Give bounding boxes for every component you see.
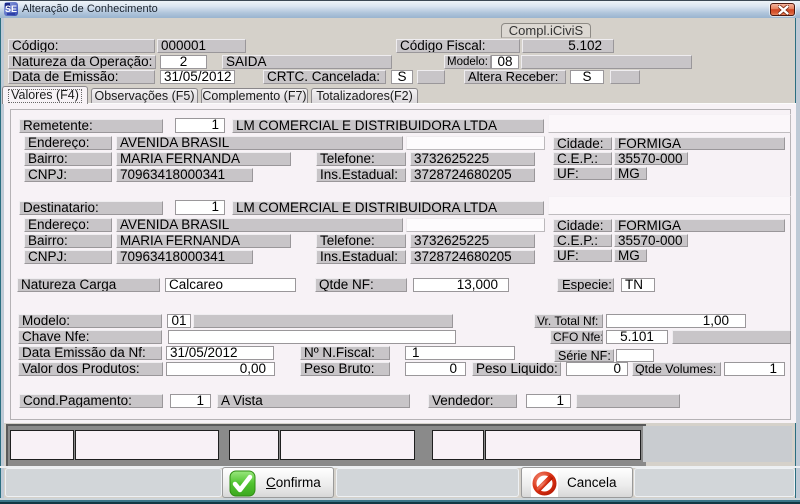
svg-text:SE: SE	[5, 4, 17, 14]
